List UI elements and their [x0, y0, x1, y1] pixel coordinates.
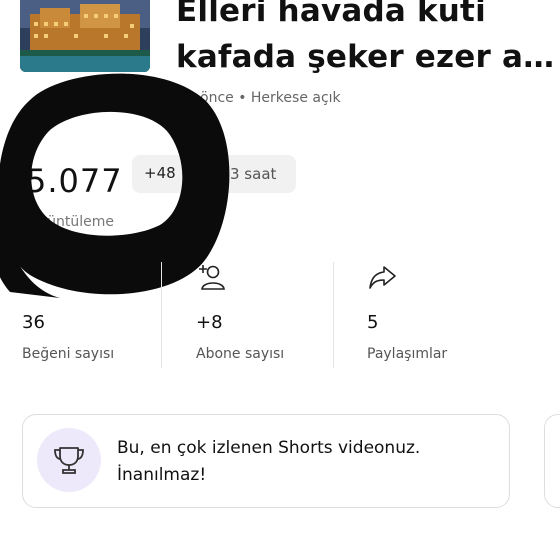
- shares-value: 5: [367, 312, 379, 333]
- video-meta: önce • Herkese açık: [200, 90, 341, 106]
- callout-text-line-2: İnanılmaz!: [117, 465, 207, 485]
- subscribers-value: +8: [196, 312, 223, 333]
- video-title-line-2: kafada şeker ezer a…: [176, 39, 555, 75]
- video-thumbnail[interactable]: [20, 0, 150, 72]
- stat-divider: [333, 262, 334, 368]
- shares-label: Paylaşımlar: [367, 346, 448, 362]
- callout-text-line-1: Bu, en çok izlenen Shorts videonuz.: [117, 438, 421, 458]
- thumbnail-image: [20, 0, 150, 72]
- add-subscriber-icon: [196, 262, 226, 292]
- callout-text: Bu, en çok izlenen Shorts videonuz. İnan…: [117, 435, 497, 489]
- likes-label: Beğeni sayısı: [22, 346, 115, 362]
- video-title-line-1: Elleri havada kuti: [176, 0, 486, 29]
- views-delta-period: 3 saat: [230, 165, 277, 183]
- share-icon: [367, 262, 397, 292]
- subscribers-label: Abone sayısı: [196, 346, 285, 362]
- video-title[interactable]: Elleri havada kuti kafada şeker ezer a…: [176, 0, 556, 80]
- views-delta-chip: +48 3 saat: [132, 155, 296, 193]
- trophy-icon: [54, 447, 84, 474]
- views-label: Görüntüleme: [22, 214, 115, 230]
- top-short-callout[interactable]: Bu, en çok izlenen Shorts videonuz. İnan…: [22, 414, 510, 508]
- views-count: 5.077: [26, 162, 123, 200]
- likes-value: 36: [22, 312, 45, 333]
- callout-badge: [37, 428, 101, 492]
- stat-divider: [161, 262, 162, 368]
- views-delta: +48: [144, 164, 176, 182]
- next-callout-card[interactable]: [544, 414, 560, 508]
